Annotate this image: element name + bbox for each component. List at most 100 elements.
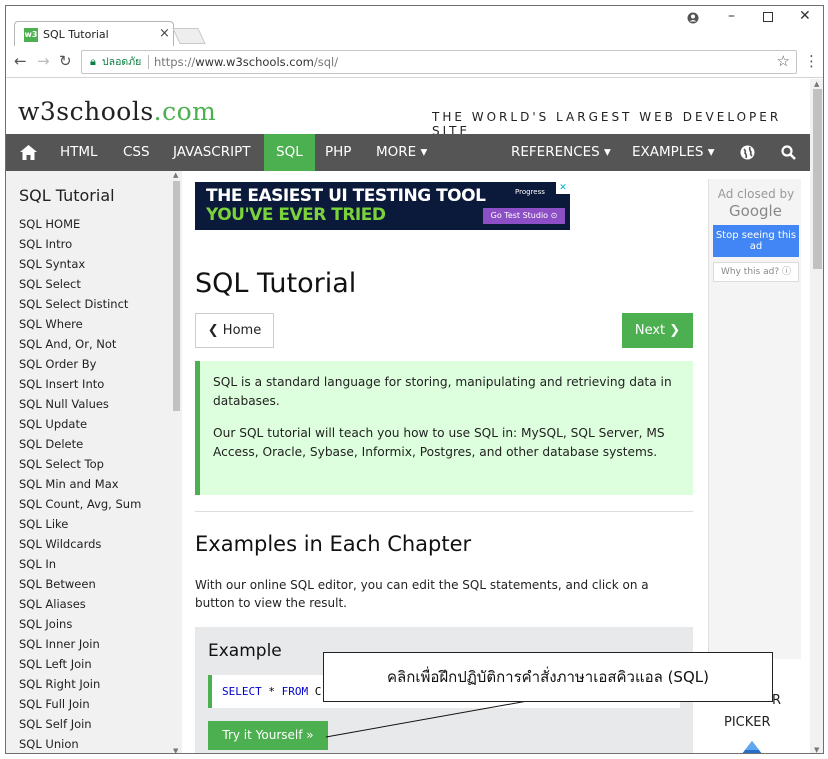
sidebar-item[interactable]: SQL Min and Max xyxy=(19,474,141,494)
next-button[interactable]: Next ❯ xyxy=(622,313,693,348)
ad-brand: Progress xyxy=(515,188,545,196)
tab-title: SQL Tutorial xyxy=(43,28,109,41)
divider xyxy=(195,511,693,512)
url-text: https://www.w3schools.com/sql/ xyxy=(154,55,339,69)
ad-cta-button[interactable]: Go Test Studio ⊙ xyxy=(483,208,565,224)
example-title: Example xyxy=(208,641,282,661)
sidebar-item[interactable]: SQL Full Join xyxy=(19,694,141,714)
sidebar-item[interactable]: SQL Union xyxy=(19,734,141,753)
top-navigation: HTML CSS JAVASCRIPT SQL PHP MORE ▾ REFER… xyxy=(6,134,810,171)
try-it-yourself-button[interactable]: Try it Yourself » xyxy=(208,721,328,750)
code-operator: * xyxy=(261,685,282,698)
color-picker-icon[interactable] xyxy=(732,739,772,754)
callout-annotation: คลิกเพื่อฝึกปฏิบัติการคำสั่งภาษาเอสคิวแอ… xyxy=(323,652,773,702)
sidebar-item[interactable]: SQL Select Top xyxy=(19,454,141,474)
page-scroll-down-icon[interactable]: ▼ xyxy=(814,746,819,753)
google-label: Google xyxy=(729,202,782,220)
ad-banner[interactable]: THE EASIEST UI TESTING TOOL YOU'VE EVER … xyxy=(195,182,570,230)
sidebar-item[interactable]: SQL Update xyxy=(19,414,141,434)
stop-seeing-ad-button[interactable]: Stop seeing this ad xyxy=(713,225,799,257)
sidebar-scrollbar[interactable]: ▲ ▼ xyxy=(171,171,182,753)
omnibox-separator xyxy=(148,55,149,69)
new-tab-button[interactable] xyxy=(172,28,206,44)
sidebar-item[interactable]: SQL Joins xyxy=(19,614,141,634)
sidebar-item[interactable]: SQL Null Values xyxy=(19,394,141,414)
scroll-up-icon[interactable]: ▲ xyxy=(173,171,178,179)
code-keyword: SELECT xyxy=(222,685,262,698)
nav-javascript[interactable]: JAVASCRIPT xyxy=(173,134,250,171)
back-icon[interactable]: ← xyxy=(14,52,27,70)
sidebar-item[interactable]: SQL Left Join xyxy=(19,654,141,674)
nav-php[interactable]: PHP xyxy=(325,134,351,171)
nav-more[interactable]: MORE ▾ xyxy=(376,134,427,171)
sidebar-item[interactable]: SQL Intro xyxy=(19,234,141,254)
sidebar-item[interactable]: SQL Select xyxy=(19,274,141,294)
sidebar-item[interactable]: SQL Wildcards xyxy=(19,534,141,554)
sidebar-item[interactable]: SQL Delete xyxy=(19,434,141,454)
search-icon[interactable] xyxy=(781,134,796,171)
notice-paragraph-2: Our SQL tutorial will teach you how to u… xyxy=(213,426,665,459)
scroll-down-icon[interactable]: ▼ xyxy=(173,747,178,753)
sidebar-item[interactable]: SQL Self Join xyxy=(19,714,141,734)
forward-icon[interactable]: → xyxy=(37,52,50,70)
sidebar-item[interactable]: SQL Select Distinct xyxy=(19,294,141,314)
ad-closed-label: Ad closed by xyxy=(717,187,795,201)
reload-icon[interactable]: ↻ xyxy=(59,52,72,70)
secure-label: ปลอดภัย xyxy=(102,56,142,68)
globe-icon[interactable] xyxy=(740,134,755,171)
lock-icon: 🔒︎ xyxy=(90,55,96,68)
section-title: Examples in Each Chapter xyxy=(195,532,472,556)
section-text: With our online SQL editor, you can edit… xyxy=(195,578,649,610)
nav-examples[interactable]: EXAMPLES ▾ xyxy=(632,134,715,171)
color-picker-label[interactable]: PICKER xyxy=(724,715,771,730)
sidebar: SQL Tutorial SQL HOME SQL Intro SQL Synt… xyxy=(6,171,182,753)
minimize-icon[interactable]: – xyxy=(728,8,735,24)
maximize-icon[interactable] xyxy=(763,10,773,26)
right-ad: Ad closed by Google Stop seeing this ad … xyxy=(708,179,801,659)
w3schools-favicon-icon: w3 xyxy=(24,28,38,42)
ad-close-icon[interactable]: ✕ xyxy=(556,182,570,194)
sidebar-item[interactable]: SQL Aliases xyxy=(19,594,141,614)
site-logo[interactable]: w3schools.com xyxy=(18,97,216,126)
tab-close-icon[interactable]: × xyxy=(159,26,170,41)
why-this-ad-button[interactable]: Why this ad? ⓘ xyxy=(713,262,799,282)
close-window-icon[interactable]: ✕ xyxy=(799,8,811,24)
ad-headline-2: YOU'VE EVER TRIED xyxy=(206,205,386,225)
browser-menu-icon[interactable]: ⋮ xyxy=(804,52,819,70)
nav-css[interactable]: CSS xyxy=(123,134,150,171)
home-icon[interactable] xyxy=(20,134,37,171)
account-icon[interactable] xyxy=(687,12,699,28)
browser-window: w3 SQL Tutorial × – ✕ ← → ↻ 🔒︎ ปลอดภัย h… xyxy=(5,5,824,754)
sidebar-item[interactable]: SQL Count, Avg, Sum xyxy=(19,494,141,514)
sidebar-scroll-thumb[interactable] xyxy=(173,181,180,411)
intro-notice: SQL is a standard language for storing, … xyxy=(195,361,693,495)
bookmark-star-icon[interactable]: ☆ xyxy=(777,50,790,72)
page-title: SQL Tutorial xyxy=(195,268,357,299)
sidebar-item[interactable]: SQL Syntax xyxy=(19,254,141,274)
address-bar[interactable]: 🔒︎ ปลอดภัย https://www.w3schools.com/sql… xyxy=(81,50,797,74)
sidebar-item[interactable]: SQL Like xyxy=(19,514,141,534)
code-rest: C xyxy=(308,685,322,698)
page-scroll-up-icon[interactable]: ▲ xyxy=(814,80,819,88)
sidebar-item[interactable]: SQL HOME xyxy=(19,214,141,234)
page-scroll-thumb[interactable] xyxy=(813,89,822,269)
title-bar: w3 SQL Tutorial × – ✕ xyxy=(6,6,823,47)
sidebar-item[interactable]: SQL Insert Into xyxy=(19,374,141,394)
sidebar-item[interactable]: SQL Inner Join xyxy=(19,634,141,654)
sidebar-item[interactable]: SQL And, Or, Not xyxy=(19,334,141,354)
browser-tab[interactable]: w3 SQL Tutorial × xyxy=(14,21,174,47)
sidebar-item[interactable]: SQL Where xyxy=(19,314,141,334)
notice-paragraph-1: SQL is a standard language for storing, … xyxy=(213,375,672,408)
nav-html[interactable]: HTML xyxy=(60,134,98,171)
sidebar-item[interactable]: SQL Between xyxy=(19,574,141,594)
sidebar-item[interactable]: SQL Order By xyxy=(19,354,141,374)
page-scrollbar[interactable]: ▲ ▼ xyxy=(810,79,823,753)
sidebar-item[interactable]: SQL In xyxy=(19,554,141,574)
sidebar-list: SQL HOME SQL Intro SQL Syntax SQL Select… xyxy=(19,214,141,753)
picker-prev-text: R xyxy=(772,693,782,708)
home-button[interactable]: ❮ Home xyxy=(195,313,274,348)
sidebar-item[interactable]: SQL Right Join xyxy=(19,674,141,694)
nav-references[interactable]: REFERENCES ▾ xyxy=(511,134,611,171)
ad-headline-1: THE EASIEST UI TESTING TOOL xyxy=(206,186,486,206)
nav-sql[interactable]: SQL xyxy=(264,134,315,171)
